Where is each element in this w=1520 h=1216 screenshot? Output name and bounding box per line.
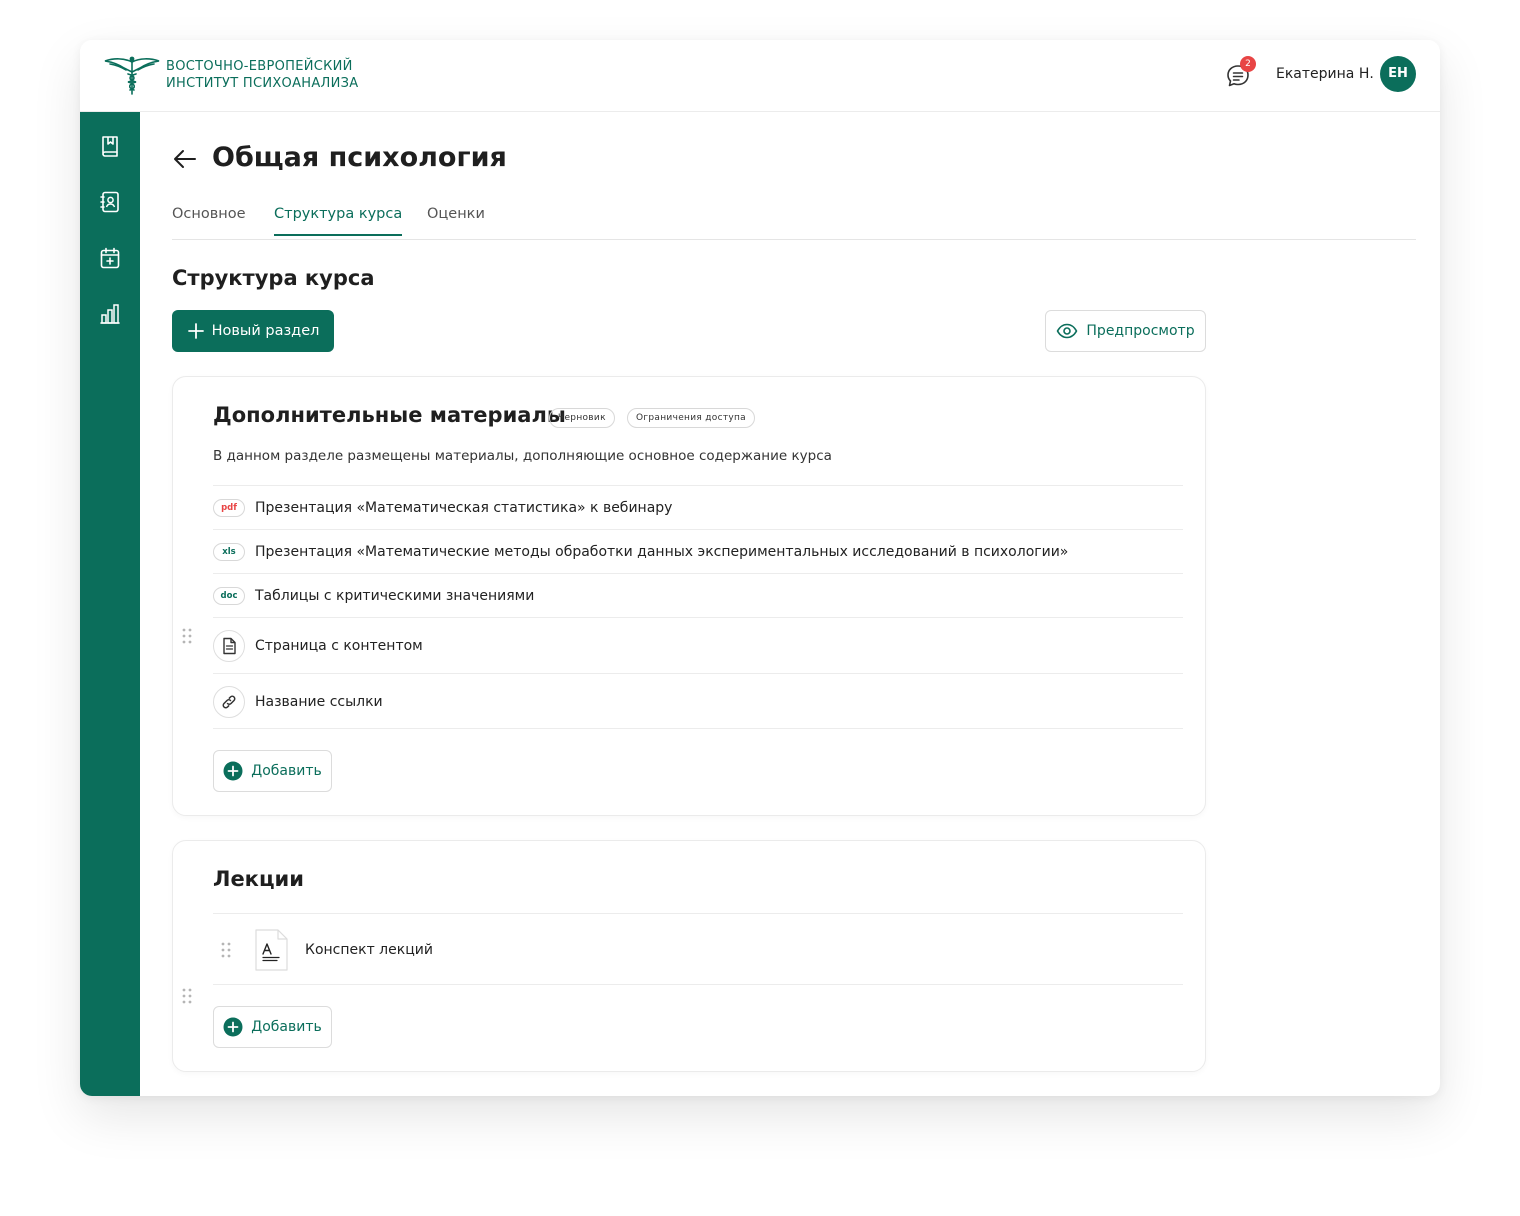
- pdf-file-icon: pdf: [213, 499, 245, 517]
- add-item-label: Добавить: [251, 1019, 322, 1035]
- list-item[interactable]: doc Таблицы с критическими значениями: [213, 573, 1183, 617]
- section-card: Дополнительные материалы Черновик Ограни…: [172, 376, 1206, 816]
- xls-file-icon: xls: [213, 543, 245, 561]
- item-label: Конспект лекций: [305, 942, 433, 958]
- item-label: Страница с контентом: [255, 638, 423, 654]
- section-description: В данном разделе размещены материалы, до…: [213, 448, 832, 464]
- messages-button[interactable]: 2: [1224, 56, 1256, 90]
- tab-general[interactable]: Основное: [172, 206, 246, 234]
- status-badge-access-restricted: Ограничения доступа: [627, 408, 755, 428]
- list-item[interactable]: pdf Презентация «Математическая статисти…: [213, 485, 1183, 529]
- doc-file-icon: doc: [213, 587, 245, 605]
- user-avatar[interactable]: ЕН: [1380, 56, 1416, 92]
- book-icon: [102, 136, 118, 157]
- list-item[interactable]: Название ссылки: [213, 673, 1183, 729]
- text-document-icon: [255, 929, 288, 971]
- status-badge-draft: Черновик: [549, 408, 615, 428]
- sidebar-item-courses[interactable]: [98, 134, 122, 158]
- main-content: Общая психология Основное Структура курс…: [172, 112, 1416, 1096]
- notification-badge: 2: [1240, 56, 1256, 72]
- item-label: Таблицы с критическими значениями: [255, 588, 535, 604]
- sidebar-item-reports[interactable]: [98, 302, 122, 326]
- page-title: Общая психология: [212, 142, 507, 173]
- item-label: Название ссылки: [255, 694, 383, 710]
- tab-course-structure[interactable]: Структура курса: [274, 206, 403, 236]
- tab-grades[interactable]: Оценки: [427, 206, 485, 234]
- list-item[interactable]: Конспект лекций: [213, 913, 1183, 985]
- list-item[interactable]: xls Презентация «Математические методы о…: [213, 529, 1183, 573]
- page-icon: [213, 630, 245, 662]
- calendar-add-icon: [100, 247, 120, 269]
- add-item-button[interactable]: Добавить: [213, 750, 332, 792]
- sidebar-item-schedule[interactable]: [98, 246, 122, 270]
- add-item-label: Добавить: [251, 763, 322, 779]
- new-section-label: Новый раздел: [211, 323, 320, 339]
- section-title: Лекции: [213, 867, 304, 891]
- logo[interactable]: Восточно-европейский институт психоанали…: [102, 54, 358, 96]
- drag-handle-icon[interactable]: [182, 988, 192, 1004]
- app-window: Восточно-европейский институт психоанали…: [80, 40, 1440, 1096]
- brand-line-2: институт психоанализа: [166, 76, 359, 91]
- back-button[interactable]: [172, 146, 198, 172]
- section-card: Лекции Конспект лекций Добавить: [172, 840, 1206, 1072]
- preview-button[interactable]: Предпросмотр: [1045, 310, 1206, 352]
- plus-circle-icon: [223, 761, 243, 781]
- link-icon: [213, 686, 245, 718]
- preview-label: Предпросмотр: [1086, 323, 1195, 339]
- plus-circle-icon: [223, 1017, 243, 1037]
- section-title: Дополнительные материалы: [213, 403, 566, 427]
- bar-chart-icon: [100, 304, 120, 324]
- top-bar: Восточно-европейский институт психоанали…: [80, 40, 1440, 112]
- sidebar: [80, 112, 140, 1096]
- item-label: Презентация «Математическая статистика» …: [255, 500, 673, 516]
- item-label: Презентация «Математические методы обраб…: [255, 544, 1069, 560]
- sidebar-item-contacts[interactable]: [98, 190, 122, 214]
- section-heading: Структура курса: [172, 266, 375, 290]
- add-item-button[interactable]: Добавить: [213, 1006, 332, 1048]
- eye-icon: [1057, 323, 1078, 339]
- user-name[interactable]: Екатерина Н.: [1276, 66, 1374, 82]
- drag-handle-icon[interactable]: [221, 942, 231, 958]
- caduceus-logo-icon: [104, 56, 160, 95]
- brand-line-1: Восточно-европейский: [166, 59, 353, 74]
- drag-handle-icon[interactable]: [182, 628, 192, 644]
- brand-name: Восточно-европейский институт психоанали…: [166, 58, 358, 92]
- tab-bar: Основное Структура курса Оценки: [172, 202, 1416, 240]
- new-section-button[interactable]: Новый раздел: [172, 310, 334, 352]
- list-item[interactable]: Страница с контентом: [213, 617, 1183, 673]
- plus-icon: [187, 323, 204, 339]
- arrow-left-icon: [174, 150, 196, 168]
- contacts-icon: [100, 191, 119, 213]
